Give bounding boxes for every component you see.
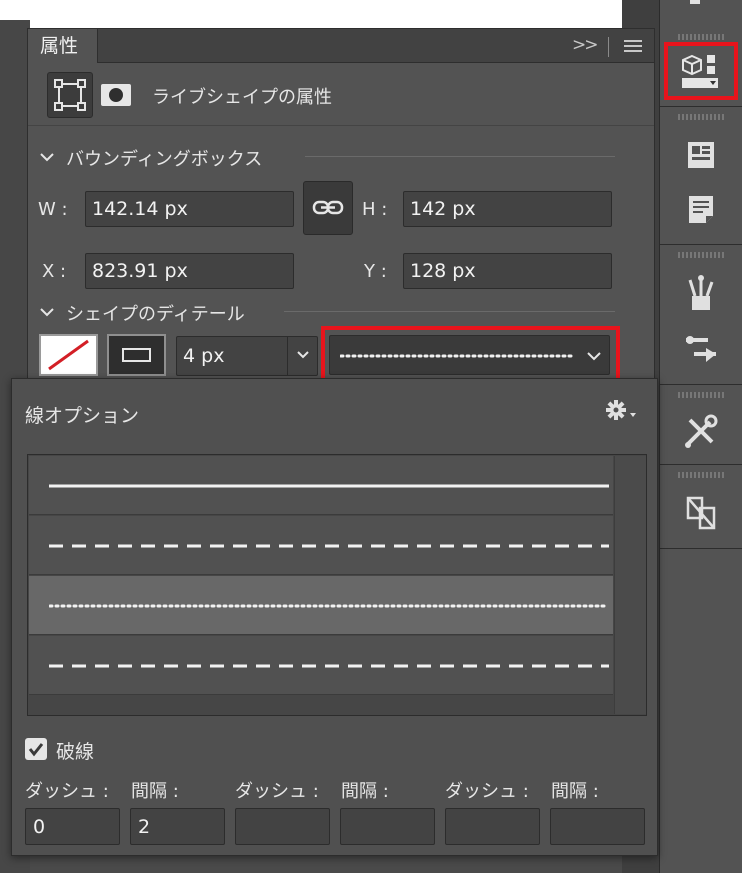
artboards-icon[interactable]	[680, 494, 722, 534]
stroke-options-title: 線オプション	[25, 405, 140, 427]
list-scrollbar[interactable]	[614, 456, 646, 714]
panel-toolbar	[659, 0, 742, 873]
stroke-width-value: 4 px	[183, 345, 225, 367]
x-label: X :	[42, 261, 67, 282]
tools-icon[interactable]	[680, 412, 722, 452]
height-field[interactable]: 142 px	[403, 191, 612, 227]
gap-field-2[interactable]	[340, 808, 435, 845]
checkmark-icon	[28, 743, 44, 757]
transform-icon	[54, 79, 86, 111]
stroke-icon	[122, 348, 151, 362]
toolbar-separator	[660, 548, 742, 549]
shape-details-section-title[interactable]: シェイプのディテール	[66, 300, 245, 326]
stroke-options-popup: 線オプション 破線 ダッシュ: 間隔: ダッシュ: 間隔: ダッシュ:…	[11, 378, 658, 856]
chevron-down-icon	[587, 352, 601, 361]
toolbar-grip[interactable]	[678, 472, 724, 478]
link-icon	[312, 200, 344, 215]
live-shape-title: ライブシェイプの属性	[152, 87, 332, 108]
fill-swatch[interactable]	[39, 334, 98, 376]
stroke-type-dropdown[interactable]	[329, 335, 610, 375]
mask-icon[interactable]	[100, 79, 132, 111]
brushes-icon[interactable]	[680, 274, 722, 314]
toolbar-grip[interactable]	[678, 34, 724, 40]
background-panel-bottom	[30, 855, 660, 873]
gap-label-3: 間隔 :	[551, 781, 599, 802]
tab-properties[interactable]: 属性	[28, 29, 98, 63]
y-label: Y :	[364, 261, 387, 282]
dash-label-1: ダッシュ :	[25, 781, 109, 802]
gap-label-2: 間隔 :	[341, 781, 389, 802]
dash-field-2[interactable]	[235, 808, 330, 845]
link-dimensions-button[interactable]	[303, 181, 353, 235]
notes-icon[interactable]	[680, 190, 722, 230]
libraries-icon[interactable]	[680, 136, 722, 176]
width-field[interactable]: 142.14 px	[85, 191, 294, 227]
x-position-field[interactable]: 823.91 px	[85, 253, 294, 289]
no-fill-icon	[48, 339, 89, 371]
toolbar-separator	[660, 464, 742, 465]
dotted-line-preview	[49, 604, 609, 608]
tool-presets-icon[interactable]	[680, 330, 722, 370]
stroke-style-dotted[interactable]	[29, 576, 613, 635]
gap-label-1: 間隔 :	[131, 781, 179, 802]
dotted-line-preview	[340, 354, 576, 358]
height-label: H :	[362, 199, 388, 220]
width-label: W :	[38, 199, 68, 220]
gap-field-3[interactable]	[550, 808, 645, 845]
stroke-style-list	[27, 454, 647, 716]
toolbar-separator	[660, 106, 742, 107]
stroke-style-solid[interactable]	[29, 456, 613, 515]
tab-divider	[608, 37, 609, 57]
dash-label-3: ダッシュ :	[445, 781, 529, 802]
stroke-width-dropdown-arrow[interactable]	[287, 337, 317, 375]
panel-tab-bar: 属性 >>	[28, 29, 654, 63]
gear-menu-button[interactable]	[604, 399, 640, 423]
bounding-box-section-title[interactable]: バウンディングボックス	[66, 145, 262, 171]
dashed-line-preview	[49, 664, 609, 668]
section-divider	[284, 311, 615, 312]
dash-field-3[interactable]	[445, 808, 540, 845]
transform-shape-button[interactable]	[47, 72, 93, 118]
shape-type-row: ライブシェイプの属性	[28, 63, 654, 126]
panel-menu-icon[interactable]	[624, 40, 642, 54]
properties-panel-button[interactable]	[664, 42, 738, 100]
y-position-field[interactable]: 128 px	[403, 253, 612, 289]
arrange-icon[interactable]	[680, 0, 722, 34]
stroke-swatch[interactable]	[107, 334, 166, 376]
toolbar-grip[interactable]	[678, 392, 724, 398]
dash-field-1[interactable]: 0	[25, 808, 120, 845]
gap-field-1[interactable]: 2	[130, 808, 225, 845]
properties-icon	[682, 54, 718, 88]
chevron-down-icon[interactable]	[39, 306, 55, 318]
toolbar-separator	[660, 384, 742, 385]
toolbar-grip[interactable]	[678, 114, 724, 120]
stroke-width-field[interactable]: 4 px	[176, 336, 318, 376]
stroke-style-dashed-long[interactable]	[29, 636, 613, 695]
dashed-line-preview	[49, 544, 609, 548]
dash-label-2: ダッシュ :	[235, 781, 319, 802]
chevron-down-icon	[297, 351, 309, 359]
collapse-panel-icon[interactable]: >>	[572, 35, 598, 55]
toolbar-separator	[660, 244, 742, 245]
dashed-line-checkbox[interactable]	[25, 738, 47, 760]
dashed-line-label[interactable]: 破線	[56, 737, 94, 764]
stroke-style-dashed[interactable]	[29, 516, 613, 575]
gear-icon	[606, 400, 636, 420]
solid-line-preview	[49, 484, 609, 488]
section-divider	[305, 156, 615, 157]
toolbar-grip[interactable]	[678, 252, 724, 258]
chevron-down-icon[interactable]	[39, 151, 55, 163]
